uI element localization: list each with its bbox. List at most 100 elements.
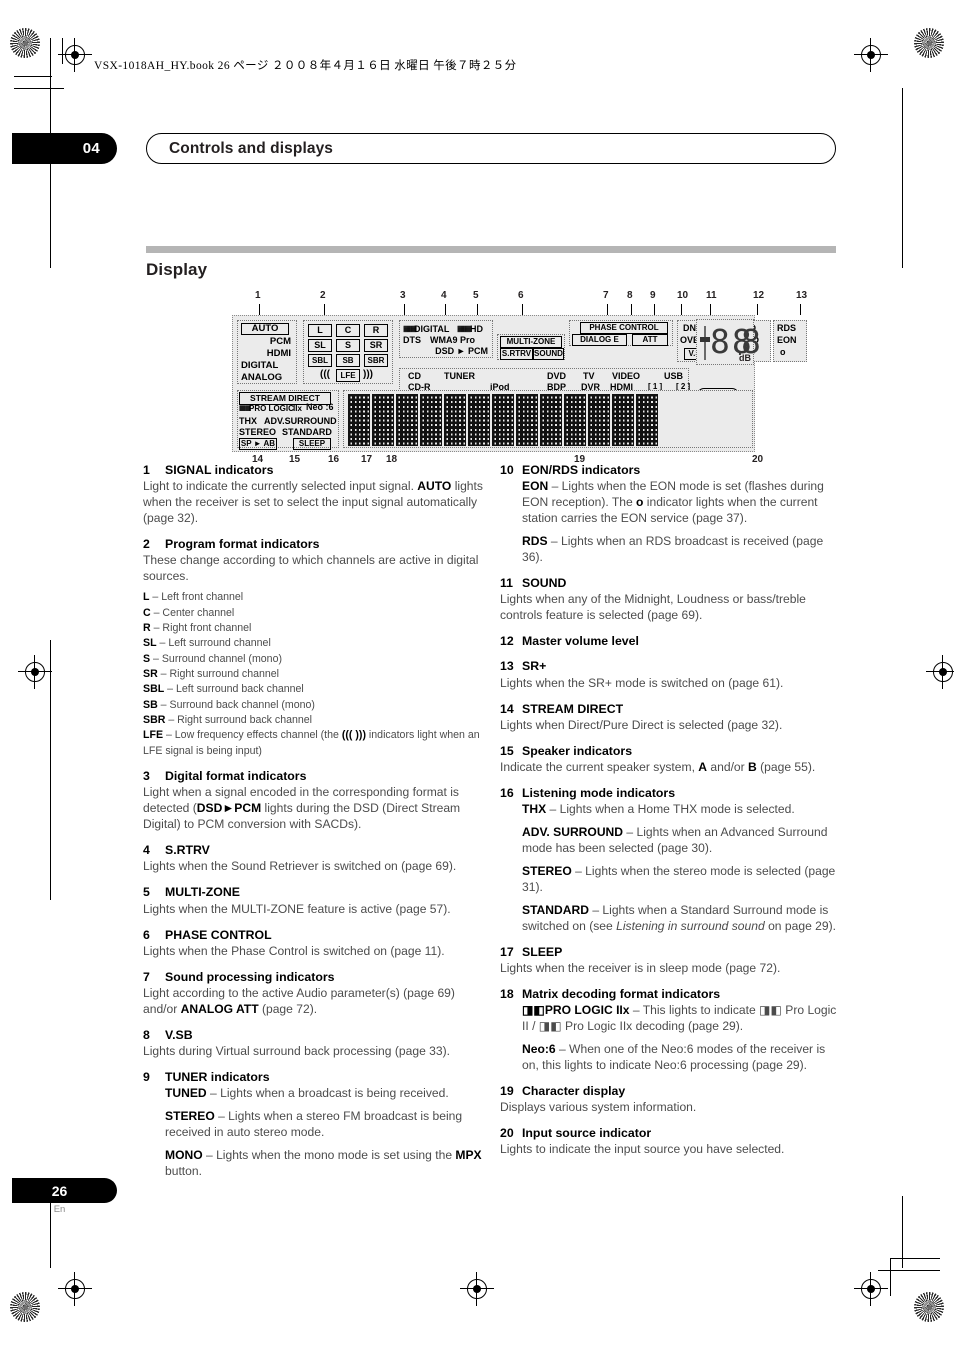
item-number: 18 — [500, 986, 514, 1001]
item-paragraph: Lights when the receiver is in sleep mod… — [500, 960, 781, 975]
page-number-tab: 26 — [12, 1178, 117, 1203]
indicator-neo6: Neo :6 — [306, 402, 334, 412]
description-item-7: 7 Sound processing indicators Light accord… — [143, 969, 483, 1018]
crop-line-tl-h2 — [14, 88, 64, 89]
density-mark-bottom-right — [914, 1292, 944, 1322]
description-item-16: 16 Listening mode indicators THX – Lights … — [500, 785, 840, 935]
channel-sbr: SBR — [364, 354, 388, 367]
item-paragraph: Lights during Virtual surround back proc… — [143, 1044, 451, 1059]
indicator-analog: ANALOG — [241, 372, 283, 383]
item-heading: 8 V.SB — [143, 1027, 483, 1043]
indicator-thx: THX — [239, 416, 257, 426]
crop-line-tl-v2 — [62, 38, 63, 64]
item-paragraph: ◨◧PRO LOGIC IIx – This lights to indicat… — [522, 1003, 837, 1034]
item-heading: 5 MULTI-ZONE — [143, 884, 483, 900]
item-heading: 14 STREAM DIRECT — [500, 701, 840, 717]
item-number: 14 — [500, 701, 514, 716]
input-source-tv: TV — [583, 371, 595, 381]
chapter-title: Controls and displays — [169, 139, 334, 157]
indicator-srtrv: S.RTRV — [500, 348, 533, 360]
item-body: Lights when the MULTI-ZONE feature is ac… — [143, 902, 483, 918]
callout-tick-4 — [445, 304, 446, 315]
item-heading: 11 SOUND — [500, 575, 840, 591]
channel-c: C — [336, 324, 360, 337]
item-paragraph: MONO – Lights when the mono mode is set … — [165, 1148, 482, 1179]
item-number: 3 — [143, 769, 150, 784]
description-item-15: 15 Speaker indicators Indicate the current… — [500, 743, 840, 776]
item-title: Program format indicators — [165, 537, 320, 552]
item-paragraph: EON – Lights when the EON mode is set (f… — [522, 479, 824, 526]
description-item-13: 13 SR+ Lights when the SR+ mode is switche… — [500, 658, 840, 691]
crop-line-br-v — [890, 1258, 891, 1296]
registration-mark-left — [18, 655, 52, 689]
item-paragraph: TUNED – Lights when a broadcast is being… — [165, 1086, 449, 1101]
phase-control-group: PHASE CONTROL DIALOG E ATT — [569, 320, 673, 346]
callout-number-7: 7 — [603, 290, 609, 301]
chapter-number-tab: 04 — [12, 133, 117, 164]
crop-line-right-top — [902, 88, 903, 268]
channel-abbreviation-item: SL – Left surround channel — [143, 637, 271, 650]
callout-tick-3 — [404, 304, 405, 315]
section-title: Display — [146, 260, 208, 279]
description-item-18: 18 Matrix decoding format indicators ◨◧PRO… — [500, 986, 840, 1074]
callout-tick-10 — [681, 304, 682, 315]
item-title: SR+ — [522, 659, 547, 674]
item-paragraph: STEREO – Lights when the stereo mode is … — [522, 863, 836, 894]
channel-abbreviation-item: LFE – Low frequency effects channel (the… — [143, 729, 480, 757]
character-cell — [540, 394, 562, 446]
channel-s: S — [336, 339, 360, 352]
description-item-6: 6 PHASE CONTROL Lights when the Phase Cont… — [143, 927, 483, 960]
rds-eon-group: RDS EON o — [773, 320, 807, 362]
description-item-20: 20 Input source indicator Lights to indica… — [500, 1125, 840, 1158]
item-paragraph: Light when a signal encoded in the corre… — [143, 785, 461, 832]
indicator-multizone: MULTI-ZONE — [500, 336, 562, 348]
callout-number-9: 9 — [650, 290, 656, 301]
channel-abbreviation-item: SBR – Right surround back channel — [143, 714, 313, 727]
item-body: Lights when the Sound Retriever is switc… — [143, 859, 483, 875]
input-source-usb: USB — [664, 371, 684, 381]
item-paragraph: Lights when Direct/Pure Direct is select… — [500, 717, 783, 732]
item-body: Light according to the active Audio para… — [143, 986, 483, 1018]
character-cell — [588, 394, 610, 446]
item-paragraph: Lights when the Phase Control is switche… — [143, 943, 445, 958]
item-paragraph: STANDARD – Lights when a Standard Surrou… — [522, 902, 836, 933]
item-title: SLEEP — [522, 944, 563, 959]
item-number: 6 — [143, 927, 150, 942]
item-heading: 2 Program format indicators — [143, 536, 483, 552]
character-cell — [492, 394, 514, 446]
description-item-4: 4 S.RTRV Lights when the Sound Retriever i… — [143, 842, 483, 875]
input-source-cd: CD — [408, 371, 421, 381]
channel-sl: SL — [308, 339, 332, 352]
indicator-speakers-ab: SP ► AB — [239, 438, 277, 450]
format-dsd-pcm: DSD ► PCM — [435, 346, 488, 356]
item-heading: 9 TUNER indicators — [143, 1069, 483, 1085]
item-paragraph: Indicate the current speaker system, A a… — [500, 759, 816, 774]
item-body: EON – Lights when the EON mode is set (f… — [522, 479, 840, 566]
callout-number-8: 8 — [627, 290, 633, 301]
format-dolby-digital: DIGITAL — [414, 324, 450, 334]
item-heading: 16 Listening mode indicators — [500, 785, 840, 801]
item-heading: 13 SR+ — [500, 658, 840, 674]
channel-abbreviation-item: S – Surround channel (mono) — [143, 652, 282, 665]
item-paragraph: Displays various system information. — [500, 1100, 697, 1115]
callout-number-11: 11 — [706, 290, 717, 301]
item-paragraph: RDS – Lights when an RDS broadcast is re… — [522, 534, 824, 565]
item-title: V.SB — [165, 1027, 193, 1042]
channel-r: R — [364, 324, 388, 337]
item-number: 1 — [143, 463, 150, 477]
character-cell — [372, 394, 394, 446]
item-heading: 6 PHASE CONTROL — [143, 927, 483, 943]
item-paragraph: Lights to indicate the input source you … — [500, 1142, 785, 1157]
callout-number-13: 13 — [796, 290, 808, 301]
item-number: 2 — [143, 537, 150, 552]
indicator-auto: AUTO — [241, 323, 289, 335]
indicator-pro-logic-iix: IIx — [293, 404, 302, 413]
item-title: EON/RDS indicators — [522, 463, 641, 477]
item-number: 20 — [500, 1126, 514, 1141]
item-body: Light to indicate the currently selected… — [143, 479, 483, 527]
character-cell — [516, 394, 538, 446]
callout-tick-8 — [631, 304, 632, 315]
callout-tick-2 — [324, 304, 325, 315]
indicator-att: ATT — [632, 334, 668, 346]
input-source-tuner: TUNER — [444, 371, 475, 381]
